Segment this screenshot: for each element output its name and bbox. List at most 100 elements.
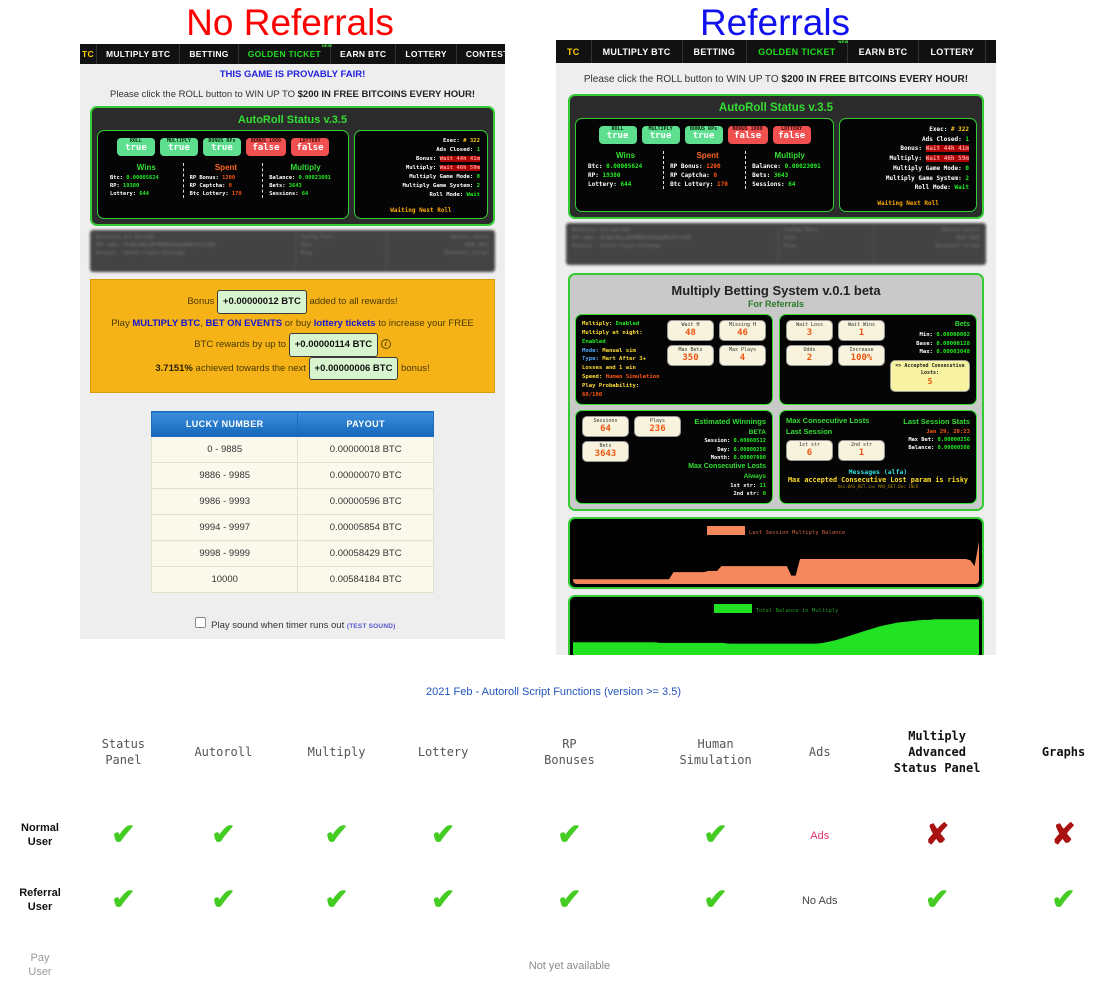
check-mark: ✔ <box>211 818 236 851</box>
pill-max-bets[interactable]: Max Bets 350 <box>667 345 714 367</box>
stat-line: Balance: 0.00023091 <box>752 162 821 170</box>
donations-column-1: Donations are welcome BTC addr: 3FaNaJDEv… <box>96 234 291 268</box>
nav-item-truncated[interactable]: TC <box>80 44 97 64</box>
link-lottery-tickets[interactable]: lottery tickets <box>314 318 376 329</box>
bonus-line-3-mid: achieved towards the next <box>192 362 309 374</box>
runtime-line: Bonus: Wait 44h 41m <box>900 145 969 153</box>
donations-line: Donations are welcome <box>572 228 631 234</box>
toggle-bonus-rps[interactable]: BONUS RPs true <box>684 126 723 144</box>
runtime-line: Bonus: Wait 44h 41m <box>415 156 480 163</box>
mbs-mcl-session-head: Max Consecutive Losts Last Session <box>786 416 885 436</box>
stat-line: RP Bonus: 1200 <box>189 174 236 181</box>
stat-line: RP: 19380 <box>110 182 140 189</box>
toggle-multiply[interactable]: MULTIPLY true <box>641 126 680 144</box>
test-sound-link[interactable]: (TEST SOUND) <box>347 623 396 630</box>
heading-referrals: Referrals <box>699 2 851 43</box>
nav-item-contest-r[interactable]: CONTEST <box>986 40 996 63</box>
pill-wait-loss[interactable]: Wait Loss 3 <box>786 320 833 342</box>
lucky-table-body: 0 - 9885 0.00000018 BTC 9886 - 9985 0.00000… <box>150 436 434 594</box>
toggle-multiply[interactable]: MULTIPLY true <box>159 138 198 156</box>
pill-max-plays[interactable]: Max Plays 4 <box>719 345 766 367</box>
toggle-roll[interactable]: ROLL true <box>598 126 637 144</box>
mbs-mcl-session-head1: Max Consecutive Losts <box>786 416 870 426</box>
toggle-bonus-1000[interactable]: BONUS 1000 false <box>245 138 287 156</box>
autoroll-status-panel: AutoRoll Status v.3.5 ROLL true MULTIPLY tr… <box>90 106 495 227</box>
link-multiply-btc[interactable]: MULTIPLY BTC <box>132 318 200 329</box>
donations-column-3-r: daniele.sensei 2020 2021 DonaTools Script <box>872 227 980 262</box>
toggle-roll[interactable]: ROLL true <box>116 138 155 156</box>
runtime-line: Multiply: Wait 46h 59m <box>889 155 969 163</box>
bonus-rewards-panel: Bonus +0.00000012 BTC added to all rewar… <box>90 279 495 394</box>
mbs-config-lines: Multiply: Enabled Multiply at night: Enab… <box>582 320 662 399</box>
payout-cell: 0.00584184 BTC <box>297 566 434 594</box>
nav-item-earn-btc-r[interactable]: EARN BTC <box>848 40 920 63</box>
nav-item-betting[interactable]: BETTING <box>180 44 239 64</box>
pill-wait-wins[interactable]: Wait Wins 1 <box>838 320 885 342</box>
stat-group-wins: Wins Btc: 0.00005624 RP: 19380 Lottery: 644 <box>104 163 183 198</box>
pill-2nd-str[interactable]: 2nd str 1 <box>838 439 885 461</box>
play-sound-checkbox[interactable] <box>194 617 206 629</box>
pill-row: Max Bets 350 Max Plays 4 <box>667 345 766 367</box>
pill-sessions[interactable]: Sessions 64 <box>582 416 629 438</box>
nav-item-betting-r[interactable]: BETTING <box>683 40 748 63</box>
nav-item-multiply-btc-r[interactable]: MULTIPLY BTC <box>592 40 683 63</box>
toggle-lottery[interactable]: LOTTERY false <box>291 138 330 156</box>
nav-item-multiply-btc[interactable]: MULTIPLY BTC <box>97 44 181 64</box>
autoroll-status-title: AutoRoll Status v.3.5 <box>237 114 348 126</box>
pill-plays[interactable]: Plays 236 <box>634 416 681 438</box>
nav-item-contest[interactable]: CONTEST <box>457 44 505 64</box>
comparison-table-wrapper: Status Panel Autoroll Multiply Lottery RP Bo… <box>0 710 1107 998</box>
runtime-line: Roll Mode: Wait <box>914 184 969 192</box>
mbs-pills-group-c: Sessions 64 Plays 236 Bets 3643 <box>582 416 681 498</box>
pill-missing-h[interactable]: Missing H 46 <box>719 320 766 342</box>
pill-value: 64 <box>600 424 611 435</box>
nav-item-earn-btc[interactable]: EARN BTC <box>331 44 397 64</box>
donations-column-1-r: Donations are welcome BTC addr: 3FaNaJDEv… <box>572 227 774 261</box>
mbs-accepted-losts-box: => Accepted Consecutive Losts: 5 <box>890 359 970 392</box>
donations-line: Blog <box>300 250 312 256</box>
nav-item-golden-ticket[interactable]: GOLDEN TICKET NEW <box>239 44 332 64</box>
stat-group-head: Wins <box>616 150 636 160</box>
text-cell: Ads <box>810 830 830 843</box>
empty-cell <box>393 933 493 998</box>
table-row: 0 - 9885 0.00000018 BTC <box>150 436 434 464</box>
mbs-estimated-column: Estimated Winnings BETA Session: 0.00060… <box>688 416 766 498</box>
graph-last-session-multiply-balance: Last Session Multiply Balance <box>568 517 984 590</box>
mbs-messages-sub: Dec.BAS_BET.ins MAX_BET.Dec INCR <box>837 483 919 489</box>
info-icon[interactable]: i <box>380 339 391 350</box>
comparison-row: Normal User ✔ ✔ ✔ ✔ ✔ ✔ Ads ✘ ✘ <box>0 803 1107 868</box>
link-bet-on-events[interactable]: BET ON EVENTS <box>206 318 283 329</box>
mbs-last-session-lines: Max Bet: 0.00000256 Balance: 0.00000508 <box>903 436 970 452</box>
toggle-value: false <box>296 143 324 154</box>
toggle-bonus-1000[interactable]: BONUS 1000 false <box>727 126 768 144</box>
please-click-prefix: Please click the ROLL button to WIN UP T… <box>110 89 298 100</box>
legend-swatch-0 <box>706 526 745 536</box>
please-click-prefix-r: Please click the ROLL button to WIN UP T… <box>583 74 782 85</box>
toggle-lottery[interactable]: LOTTERY false <box>772 126 811 144</box>
nav-item-lottery-r[interactable]: LOTTERY <box>919 40 987 63</box>
pill-bets[interactable]: Bets 3643 <box>582 441 629 463</box>
kv-line: 1st str: 11 <box>730 483 766 490</box>
autoroll-waiting-text-r: Waiting Next Roll <box>877 200 939 208</box>
donations-line: 2020 2021 <box>464 243 489 249</box>
pill-wait-h[interactable]: Wait H 48 <box>667 320 714 342</box>
toggle-value: true <box>649 131 672 142</box>
donations-line: Auto <box>784 235 796 241</box>
bonus-line-1-prefix: Bonus <box>187 296 217 308</box>
mbs-config-line: Mode: Manual sim <box>582 347 636 354</box>
mbs-config-line: Speed: Human Simulation <box>582 374 660 380</box>
table-row: 9886 - 9985 0.00000070 BTC <box>150 462 434 490</box>
nav-item-truncated-r[interactable]: TC <box>556 40 592 63</box>
nav-item-lottery[interactable]: LOTTERY <box>396 44 457 64</box>
comparison-col-multiply-advanced-status-panel: Multiply Advanced Status Panel <box>893 729 981 776</box>
pill-increase[interactable]: Increase 100% <box>838 345 885 367</box>
mbs-config-card: Multiply: Enabled Multiply at night: Enab… <box>575 314 773 406</box>
pill-odds[interactable]: Odds 2 <box>786 345 833 367</box>
toggle-bonus-rps[interactable]: BONUS RPs true <box>202 138 241 156</box>
nav-item-golden-ticket-r[interactable]: GOLDEN TICKET NEW <box>747 40 848 63</box>
pill-value: 1 <box>858 447 865 458</box>
lucky-number-table: LUCKY NUMBER PAYOUT 0 - 9885 0.00000018 B… <box>150 411 434 594</box>
play-sound-row: Play sound when timer runs out (TEST SOU… <box>80 613 505 632</box>
pill-row: Bets 3643 <box>582 441 681 463</box>
pill-1st-str[interactable]: 1st str 6 <box>786 439 833 461</box>
